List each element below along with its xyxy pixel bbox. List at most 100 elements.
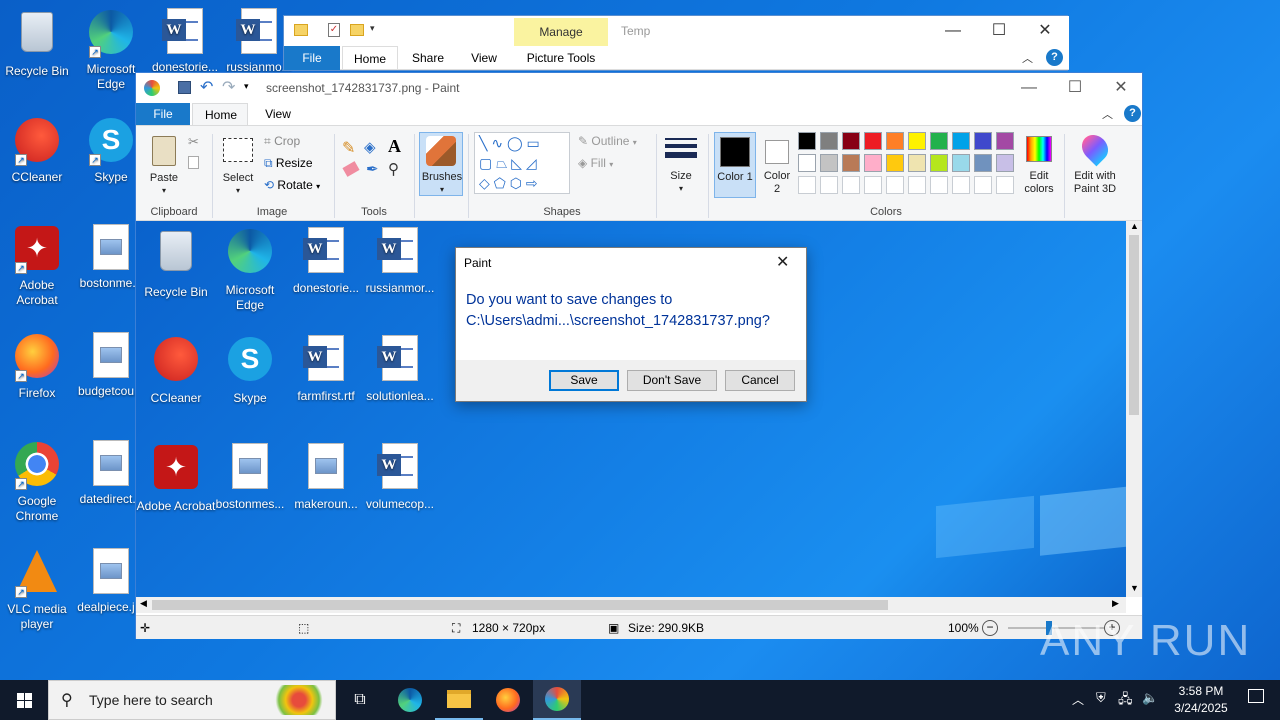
network-icon[interactable]: 🖧 [1118,690,1133,712]
close-button[interactable]: ✕ [1098,73,1144,103]
vertical-scrollbar[interactable]: ▲ ▼ [1126,221,1142,597]
text-icon[interactable]: A [388,136,401,157]
zoom-out-icon[interactable]: − [982,620,998,636]
tab-file[interactable]: File [136,103,190,125]
color-swatch[interactable] [798,132,816,150]
color-swatch[interactable] [930,132,948,150]
desktop-icon-chrome[interactable]: ↗ Google Chrome [0,440,74,524]
color-swatch[interactable] [974,154,992,172]
crop-button[interactable]: ⌗ Crop [264,134,334,150]
start-button[interactable] [0,680,48,720]
taskbar-firefox[interactable] [484,680,532,720]
desktop-icon-recycle-bin[interactable]: Recycle Bin [0,8,74,79]
properties-icon[interactable]: ✓ [328,23,340,37]
select-button[interactable]: Select ▾ [220,132,256,196]
edit-colors-button[interactable]: Edit colors [1020,132,1058,198]
volume-icon[interactable]: 🔈 [1142,690,1158,706]
save-quick-icon[interactable] [178,81,191,94]
color-swatch[interactable] [798,154,816,172]
scroll-right-icon[interactable]: ▶ [1112,598,1119,609]
edit-with-paint3d-button[interactable]: Edit with Paint 3D [1068,129,1122,198]
task-view-button[interactable]: ⧉ [336,680,384,720]
scroll-thumb[interactable] [1129,235,1139,415]
paste-button[interactable]: Paste ▾ [144,132,184,196]
undo-icon[interactable]: ↶ [200,77,213,97]
save-button[interactable]: Save [549,370,619,391]
color-swatch[interactable] [864,132,882,150]
color-swatch[interactable] [908,154,926,172]
empty-color-slot[interactable] [952,176,970,194]
collapse-ribbon-icon[interactable]: ︿ [1022,50,1033,66]
empty-color-slot[interactable] [908,176,926,194]
chevron-up-icon[interactable]: ︿ [1072,691,1084,708]
horizontal-scrollbar[interactable]: ◀ ▶ [136,597,1126,613]
tab-view[interactable]: View [458,46,510,70]
tab-view[interactable]: View [252,103,304,125]
color-swatch[interactable] [952,132,970,150]
rotate-button[interactable]: ⟲ Rotate ▾ [264,178,334,194]
magnifier-icon[interactable]: ⚲ [388,160,399,178]
dialog-close-button[interactable]: ✕ [776,252,789,272]
empty-color-slot[interactable] [864,176,882,194]
taskbar-edge[interactable] [386,680,434,720]
color-swatch[interactable] [842,154,860,172]
maximize-button[interactable]: ☐ [1052,73,1098,103]
quick-access-dropdown-icon[interactable]: ▾ [244,81,249,92]
outline-button[interactable]: ✎ Outline ▾ [578,134,637,148]
security-icon[interactable]: ⛨ [1096,690,1106,706]
color-swatch[interactable] [930,154,948,172]
color-swatch[interactable] [886,132,904,150]
taskbar-paint[interactable] [533,680,581,720]
empty-color-slot[interactable] [886,176,904,194]
cancel-button[interactable]: Cancel [725,370,795,391]
desktop-icon-adobe-acrobat[interactable]: ✦ ↗ Adobe Acrobat [0,224,74,308]
desktop-icon-ccleaner[interactable]: ↗ CCleaner [0,116,74,185]
cut-icon[interactable]: ✂ [188,134,199,150]
color-swatch[interactable] [996,154,1014,172]
dont-save-button[interactable]: Don't Save [627,370,717,391]
size-button[interactable]: Size ▾ [662,132,700,196]
empty-color-slot[interactable] [974,176,992,194]
empty-color-slot[interactable] [842,176,860,194]
help-icon[interactable]: ? [1046,49,1063,66]
color-swatch[interactable] [886,154,904,172]
help-icon[interactable]: ? [1124,105,1141,122]
clock[interactable]: 3:58 PM 3/24/2025 [1164,683,1238,717]
empty-color-slot[interactable] [996,176,1014,194]
empty-color-slot[interactable] [930,176,948,194]
taskbar-search-box[interactable]: ⚲ Type here to search [48,680,336,720]
color-swatch[interactable] [952,154,970,172]
color-swatch[interactable] [864,154,882,172]
eraser-icon[interactable] [342,161,360,177]
tab-picture-tools[interactable]: Picture Tools [516,46,606,70]
scroll-down-icon[interactable]: ▼ [1130,583,1139,593]
fill-button[interactable]: ◈ Fill ▾ [578,156,613,170]
desktop-icon-firefox[interactable]: ↗ Firefox [0,332,74,401]
scroll-up-icon[interactable]: ▲ [1130,221,1139,231]
empty-color-slot[interactable] [798,176,816,194]
scroll-thumb[interactable] [152,600,888,610]
color-swatch[interactable] [842,132,860,150]
pencil-icon[interactable]: ✎ [342,138,355,158]
tab-file[interactable]: File [284,46,340,70]
manage-contextual-tab[interactable]: Manage [514,18,608,46]
copy-icon[interactable] [188,156,199,169]
maximize-button[interactable]: ☐ [976,16,1022,46]
redo-icon[interactable]: ↷ [222,77,235,97]
color-swatch[interactable] [820,132,838,150]
collapse-ribbon-icon[interactable]: ︿ [1102,106,1113,122]
new-folder-icon[interactable] [350,24,364,36]
color-swatch[interactable] [820,154,838,172]
scroll-left-icon[interactable]: ◀ [140,598,147,609]
notification-icon[interactable] [1248,689,1264,703]
empty-color-slot[interactable] [820,176,838,194]
close-button[interactable]: ✕ [1022,16,1068,46]
fill-bucket-icon[interactable]: ◈ [364,138,376,156]
minimize-button[interactable]: — [930,16,976,46]
shapes-gallery[interactable]: ╲ ∿ ◯ ▭ ▢ ⏢ ◺ ◿ ◇ ⬠ ⬡ ⇨ [474,132,570,194]
brushes-button[interactable]: Brushes ▾ [419,132,463,196]
color-swatch[interactable] [908,132,926,150]
desktop-icon-donestories[interactable]: W donestorie... [148,8,222,75]
tab-home[interactable]: Home [192,103,248,125]
color-swatch[interactable] [974,132,992,150]
